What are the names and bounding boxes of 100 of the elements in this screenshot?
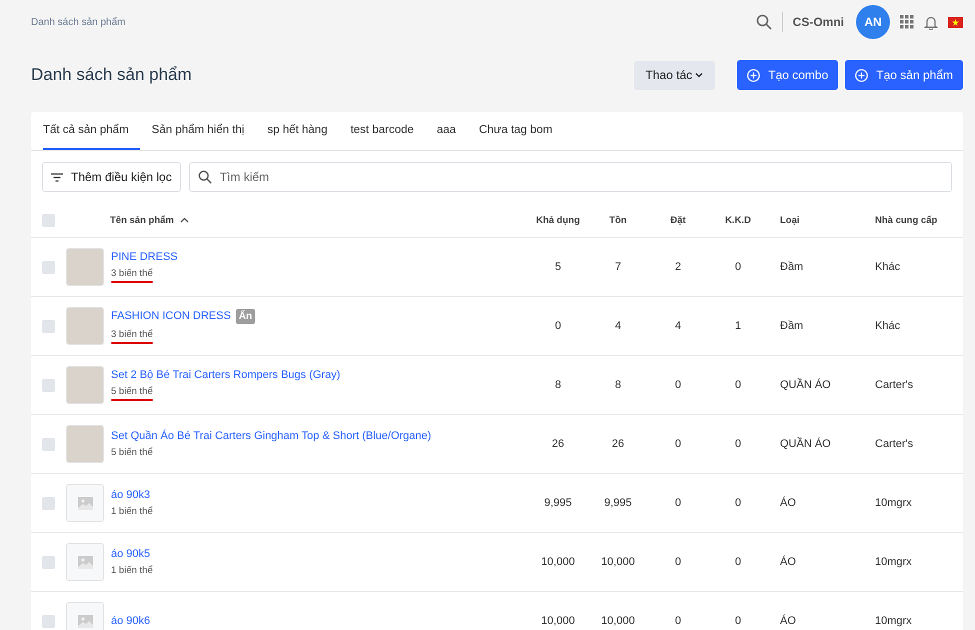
variant-count: 1 biến thể bbox=[111, 506, 153, 517]
table-cell-text: 10,000 bbox=[600, 615, 636, 627]
add-filter-button[interactable]: Thêm điều kiện lọc bbox=[42, 162, 181, 192]
store-name[interactable]: CS-Omni bbox=[792, 15, 844, 29]
product-name-link[interactable]: áo 90k3 bbox=[111, 489, 150, 501]
select-all-checkbox[interactable] bbox=[42, 214, 55, 226]
table-cell-text: 1 bbox=[734, 320, 742, 332]
table-cell-text: ÁO bbox=[779, 497, 797, 509]
caret-icon bbox=[695, 72, 704, 78]
table-cell-text: Đầm bbox=[779, 261, 804, 273]
column-header[interactable]: Tên sản phẩm bbox=[110, 214, 174, 226]
table-cell-text: 0 bbox=[554, 320, 562, 332]
row-checkbox[interactable] bbox=[42, 556, 55, 568]
actions-dropdown[interactable]: Thao tác bbox=[634, 60, 716, 90]
tab[interactable]: Tất cả sản phẩm bbox=[43, 112, 140, 150]
product-name-link[interactable]: FASHION ICON DRESS bbox=[111, 310, 231, 322]
table-cell-text: QUẦN ÁO bbox=[779, 379, 832, 391]
table-cell-text: 0 bbox=[734, 438, 742, 450]
table-cell-text: Khác bbox=[874, 320, 902, 332]
sort-up-icon[interactable] bbox=[180, 217, 189, 223]
column-header: Tồn bbox=[608, 214, 628, 226]
user-avatar[interactable]: AN bbox=[856, 5, 890, 39]
product-name-link[interactable]: áo 90k5 bbox=[111, 548, 150, 560]
table-cell-text: 0 bbox=[734, 261, 742, 273]
photo-placeholder bbox=[66, 248, 104, 286]
table-cell-text: 7 bbox=[614, 261, 622, 273]
table-cell-text: 0 bbox=[734, 379, 742, 391]
variant-count: 3 biến thể bbox=[111, 328, 153, 340]
table-cell-text: 10,000 bbox=[540, 615, 576, 627]
table-cell-text: Carter's bbox=[874, 438, 914, 450]
page-title: Danh sách sản phẩm bbox=[31, 65, 193, 85]
column-header: Đặt bbox=[669, 214, 687, 226]
column-header: Nhà cung cấp bbox=[874, 214, 938, 226]
table-cell-text: 26 bbox=[550, 438, 566, 450]
row-checkbox[interactable] bbox=[42, 438, 55, 450]
table-cell-text: ÁO bbox=[779, 615, 797, 627]
table-cell-text: 10,000 bbox=[600, 556, 636, 568]
row-checkbox[interactable] bbox=[42, 496, 55, 510]
search-icon[interactable] bbox=[756, 14, 772, 30]
table-cell-text: ÁO bbox=[779, 556, 797, 568]
variant-count: 5 biến thể bbox=[111, 447, 153, 458]
plus-circle-icon bbox=[855, 68, 868, 82]
row-checkbox[interactable] bbox=[42, 378, 55, 392]
table-cell-text: Carter's bbox=[874, 379, 914, 391]
table-cell-text: 4 bbox=[674, 320, 682, 332]
table-cell-text: QUẦN ÁO bbox=[779, 438, 832, 450]
table-cell-text: Khác bbox=[874, 261, 902, 273]
table-cell-text: 9,995 bbox=[543, 497, 573, 509]
row-checkbox[interactable] bbox=[42, 320, 55, 332]
hidden-badge: Ẩn bbox=[236, 308, 256, 324]
tab[interactable]: Sản phẩm hiển thị bbox=[152, 112, 256, 150]
table-cell-text: 8 bbox=[554, 379, 562, 391]
table-cell-text: 0 bbox=[734, 615, 742, 627]
bell-icon[interactable] bbox=[924, 14, 938, 30]
breadcrumb[interactable]: Danh sách sản phẩm bbox=[31, 16, 746, 28]
table-cell-text: 10mgrx bbox=[874, 556, 913, 568]
table-cell-text: 0 bbox=[734, 497, 742, 509]
product-name-link[interactable]: áo 90k6 bbox=[111, 615, 150, 627]
product-name-link[interactable]: Set Quần Áo Bé Trai Carters Gingham Top & Short (Blue/Organe) bbox=[111, 430, 432, 442]
variant-count: 3 biến thể bbox=[111, 268, 153, 279]
photo-placeholder bbox=[66, 425, 104, 463]
apps-grid-icon[interactable] bbox=[900, 15, 914, 29]
row-checkbox[interactable] bbox=[42, 614, 55, 628]
search-icon bbox=[198, 170, 212, 184]
product-name-link[interactable]: PINE DRESS bbox=[111, 251, 178, 263]
variant-count: 5 biến thể bbox=[111, 386, 153, 397]
create-button[interactable]: Tạo combo bbox=[737, 60, 838, 90]
search-field[interactable]: Tìm kiếm bbox=[188, 162, 952, 192]
table-cell-text: 0 bbox=[674, 615, 682, 627]
tab[interactable]: Chưa tag bom bbox=[478, 112, 564, 150]
table-cell-text: 4 bbox=[614, 320, 622, 332]
image-icon bbox=[78, 496, 92, 510]
table-cell-text: 0 bbox=[674, 438, 682, 450]
tab[interactable]: aaa bbox=[436, 112, 467, 150]
plus-circle-icon bbox=[747, 68, 760, 82]
column-header: K.K.D bbox=[724, 214, 752, 226]
create-button[interactable]: Tạo sản phẩm bbox=[845, 60, 963, 90]
row-checkbox[interactable] bbox=[42, 260, 55, 274]
table-cell-text: 5 bbox=[554, 261, 562, 273]
column-header: Loại bbox=[779, 214, 801, 226]
table-cell-text: 0 bbox=[674, 556, 682, 568]
tab[interactable]: sp hết hàng bbox=[267, 112, 338, 150]
table-cell-text: 10,000 bbox=[540, 556, 576, 568]
photo-placeholder bbox=[66, 366, 104, 404]
table-cell-text: 0 bbox=[674, 497, 682, 509]
table-cell-text: 9,995 bbox=[603, 497, 633, 509]
image-icon bbox=[78, 614, 92, 628]
flag-icon[interactable] bbox=[948, 16, 963, 28]
table-cell-text: 2 bbox=[674, 261, 682, 273]
column-header: Khả dụng bbox=[535, 214, 581, 226]
product-name-link[interactable]: Set 2 Bộ Bé Trai Carters Rompers Bugs (Gray) bbox=[111, 369, 340, 381]
table-cell-text: 0 bbox=[674, 379, 682, 391]
table-cell-text: Đầm bbox=[779, 320, 804, 332]
filter-icon bbox=[51, 172, 63, 182]
table-cell-text: 8 bbox=[614, 379, 622, 391]
table-cell-text: 10mgrx bbox=[874, 615, 913, 627]
photo-placeholder bbox=[66, 307, 104, 345]
table-cell-text: 26 bbox=[610, 438, 626, 450]
tab[interactable]: test barcode bbox=[350, 112, 425, 150]
variant-count: 1 biến thể bbox=[111, 565, 153, 576]
